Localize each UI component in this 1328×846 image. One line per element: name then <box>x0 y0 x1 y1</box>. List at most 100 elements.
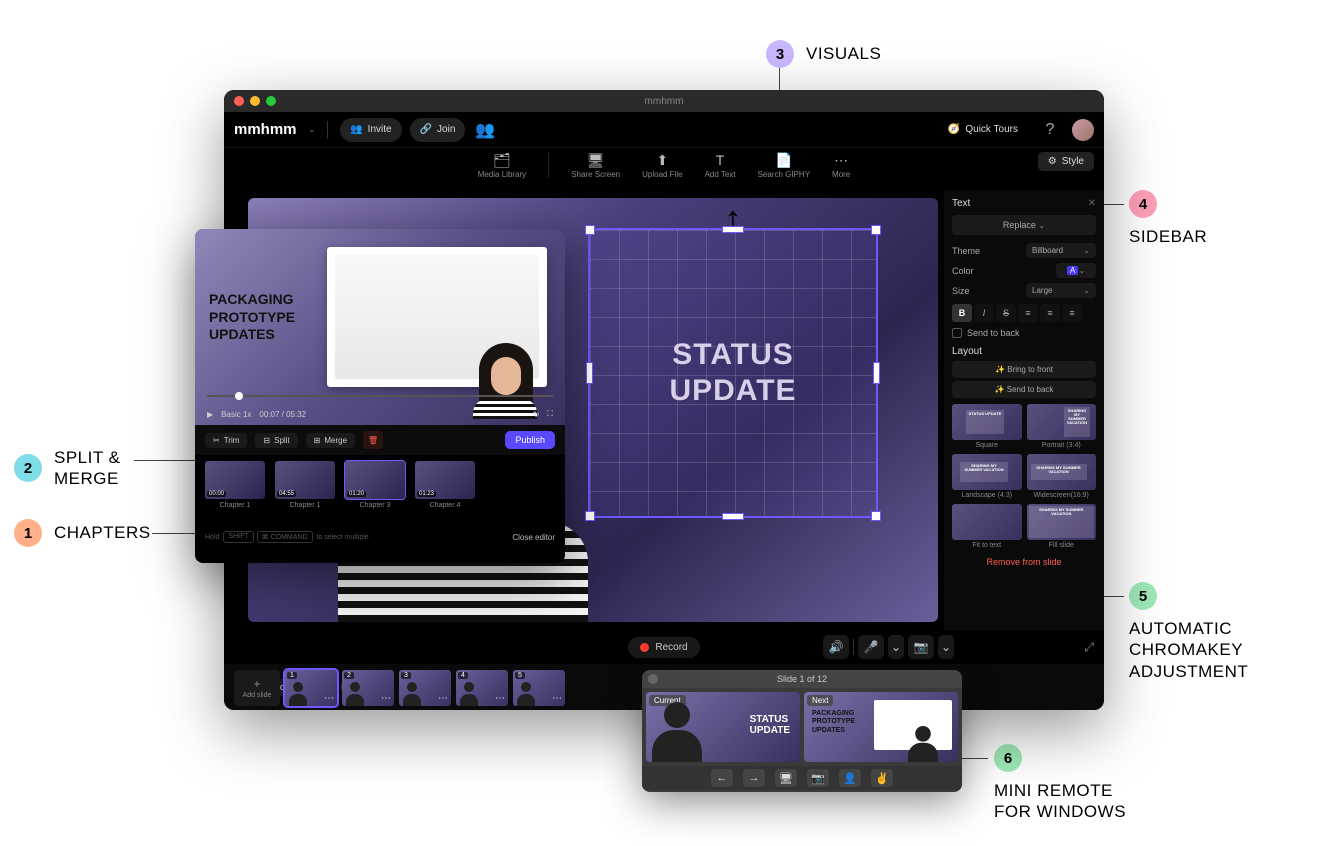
merge-button[interactable]: ⊞ Merge <box>306 433 355 448</box>
editor-footer: Hold SHIFT⌘ COMMAND to select multiple C… <box>195 523 565 551</box>
camera-menu[interactable]: ⌄ <box>938 635 954 659</box>
scrubber[interactable] <box>207 395 553 397</box>
remote-share[interactable]: 🖥 <box>775 769 797 787</box>
media-library-button[interactable]: 🗂 Media Library <box>478 152 526 179</box>
annotation-5: 5 AUTOMATIC CHROMAKEY ADJUSTMENT <box>1129 582 1248 682</box>
add-text-button[interactable]: T Add Text <box>705 152 736 179</box>
sidebar-header: Text ✕ <box>952 198 1096 209</box>
chapters-strip: 00:00 Chapter 1 04:55 Chapter 1 01:20 Ch… <box>195 455 565 523</box>
annotation-3: 3 VISUALS <box>766 40 881 68</box>
add-slide-button[interactable]: +Add slide <box>234 670 280 706</box>
speaker-button[interactable]: 🔊 <box>823 635 849 659</box>
loop-button[interactable]: ↻ <box>533 410 540 419</box>
slide-2[interactable]: 2⋯ <box>342 670 394 706</box>
badge-6: 6 <box>994 744 1022 772</box>
chapter-2[interactable]: 04:55 Chapter 1 <box>275 461 335 517</box>
remote-title: Slide 1 of 12 <box>777 674 827 684</box>
selection-box[interactable]: STATUS UPDATE <box>588 228 878 518</box>
editor-title: PACKAGING PROTOTYPE UPDATES <box>209 291 295 344</box>
color-label: Color <box>952 266 974 276</box>
expand-button[interactable]: ⤢ <box>1084 640 1094 655</box>
fullscreen-button[interactable]: ⛶ <box>547 409 553 419</box>
split-button[interactable]: ⊟ Split <box>255 433 297 448</box>
layout-square[interactable]: STATUS UPDATE Square <box>952 404 1022 449</box>
people-icon: 👥 <box>350 124 362 135</box>
annotation-2: 2 SPLIT & MERGE <box>14 447 121 490</box>
camera-button[interactable]: 📷 <box>908 635 934 659</box>
brand-menu[interactable]: ⌄ <box>309 125 316 134</box>
align-center-button[interactable]: ≡ <box>1040 304 1060 322</box>
send-back-checkbox[interactable]: Send to back <box>952 328 1096 338</box>
delete-button[interactable]: 🗑 <box>363 431 383 449</box>
record-button[interactable]: Record <box>628 637 699 658</box>
style-button[interactable]: ⚙ Style <box>1038 152 1094 171</box>
layout-landscape[interactable]: SHARING MY SUMMER VACATION Landscape (4:… <box>952 454 1022 499</box>
share-screen-button[interactable]: 🖥 Share Screen <box>571 152 620 179</box>
size-select[interactable]: Large⌄ <box>1026 283 1096 298</box>
leader-2 <box>134 460 202 461</box>
quick-tours-button[interactable]: 🧭 Quick Tours <box>938 118 1028 142</box>
chapter-3[interactable]: 01:20 Chapter 3 <box>345 461 405 517</box>
bring-front-button[interactable]: ✨ Bring to front <box>952 361 1096 378</box>
chapter-4[interactable]: 01:23 Chapter 4 <box>415 461 475 517</box>
invite-button[interactable]: 👥 Invite <box>340 118 401 142</box>
remote-current-slide[interactable]: Current STATUS UPDATE <box>646 692 800 762</box>
annotation-4: 4 SIDEBAR <box>1129 190 1207 247</box>
remote-camera[interactable]: 📷 <box>807 769 829 787</box>
bold-button[interactable]: B <box>952 304 972 322</box>
trim-button[interactable]: ✂ Trim <box>205 433 247 448</box>
search-giphy-button[interactable]: 📄 Search GIPHY <box>758 152 810 179</box>
publish-button[interactable]: Publish <box>505 431 555 449</box>
badge-3: 3 <box>766 40 794 68</box>
upload-file-button[interactable]: ⬆ Upload File <box>642 152 682 179</box>
link-icon: 🔗 <box>420 124 432 135</box>
slide-3[interactable]: 3⋯ <box>399 670 451 706</box>
user-avatar[interactable] <box>1072 119 1094 141</box>
align-right-button[interactable]: ≡ <box>1062 304 1082 322</box>
more-button[interactable]: ⋯ More <box>832 152 850 179</box>
upload-icon: ⬆ <box>653 152 671 168</box>
help-button[interactable]: ? <box>1038 118 1062 142</box>
layout-fit[interactable]: Fit to text <box>952 504 1022 549</box>
chapter-1[interactable]: 00:00 Chapter 1 <box>205 461 265 517</box>
mic-button[interactable]: 🎤 <box>858 635 884 659</box>
remote-presenter[interactable]: 👤 <box>839 769 861 787</box>
replace-button[interactable]: Replace ⌄ <box>952 215 1096 235</box>
remote-next-btn[interactable]: → <box>743 769 765 787</box>
layout-portrait[interactable]: SHARING MY SUMMER VACATION Portrait (3:4… <box>1027 404 1097 449</box>
speed-button[interactable]: Basic 1x <box>221 410 251 419</box>
align-left-button[interactable]: ≡ <box>1018 304 1038 322</box>
time-display: 00:07 / 05:32 <box>259 410 306 419</box>
mic-menu[interactable]: ⌄ <box>888 635 904 659</box>
theme-select[interactable]: Billboard⌄ <box>1026 243 1096 258</box>
sliders-icon: ⚙ <box>1048 156 1057 167</box>
strike-button[interactable]: S <box>996 304 1016 322</box>
remote-close[interactable] <box>648 674 658 684</box>
layout-widescreen[interactable]: SHARING MY SUMMER VACATION Widescreen(16… <box>1027 454 1097 499</box>
layout-fill[interactable]: SHARING MY SUMMER VACATION Fill slide <box>1027 504 1097 549</box>
scrubber-handle[interactable] <box>235 392 243 400</box>
slide-5[interactable]: 5⋯ <box>513 670 565 706</box>
brand-logo: mmhmm <box>234 121 297 138</box>
record-icon <box>640 643 649 652</box>
controls-bar: Record 🔊 🎤 ⌄ 📷 ⌄ <box>224 630 1104 664</box>
slide-4[interactable]: 4⋯ <box>456 670 508 706</box>
remote-toolbar: ← → 🖥 📷 👤 ✌ <box>642 766 962 790</box>
slide-1[interactable]: 1⋯ <box>285 670 337 706</box>
remove-button[interactable]: Remove from slide <box>952 557 1096 567</box>
remote-next-slide[interactable]: Next PACKAGING PROTOTYPE UPDATES <box>804 692 958 762</box>
join-button[interactable]: 🔗 Join <box>410 118 466 142</box>
remote-reaction[interactable]: ✌ <box>871 769 893 787</box>
titlebar: mmhmm <box>224 90 1104 112</box>
annotation-2-text: SPLIT & MERGE <box>54 447 121 490</box>
color-select[interactable]: A⌄ <box>1056 263 1096 278</box>
remote-prev[interactable]: ← <box>711 769 733 787</box>
close-sidebar[interactable]: ✕ <box>1088 198 1096 209</box>
playbar: ▶ Basic 1x 00:07 / 05:32 ↻ ⛶ <box>207 409 553 419</box>
italic-button[interactable]: I <box>974 304 994 322</box>
participants-icon[interactable]: 👥 <box>473 118 497 142</box>
close-editor-button[interactable]: Close editor <box>512 533 555 542</box>
play-button[interactable]: ▶ <box>207 410 213 419</box>
text-visual[interactable]: ↕ STATUS UPDATE <box>588 228 878 518</box>
send-back-button[interactable]: ✨ Send to back <box>952 381 1096 398</box>
